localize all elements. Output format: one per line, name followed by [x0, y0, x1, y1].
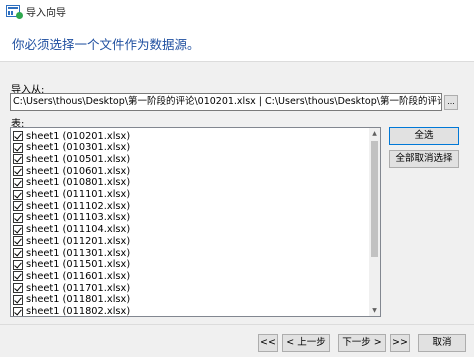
checkbox-checked-icon[interactable]: [13, 259, 23, 270]
table-list-scrollbar[interactable]: ▲ ▼: [369, 128, 380, 316]
table-item-label: sheet1 (010801.xlsx): [26, 177, 131, 189]
table-list-items: sheet1 (010201.xlsx) sheet1 (010301.xlsx)…: [11, 128, 369, 316]
table-list-item[interactable]: sheet1 (010301.xlsx): [13, 142, 130, 154]
table-list-item[interactable]: sheet1 (010501.xlsx): [13, 153, 130, 165]
table-item-label: sheet1 (011103.xlsx): [26, 212, 131, 224]
deselect-all-button[interactable]: 全部取消选择: [389, 150, 459, 168]
table-item-label: sheet1 (011802.xlsx): [26, 306, 131, 316]
table-list-item[interactable]: sheet1 (011501.xlsx): [13, 259, 130, 271]
checkbox-checked-icon[interactable]: [13, 177, 23, 188]
cancel-button[interactable]: 取消: [418, 334, 466, 352]
table-list-item[interactable]: sheet1 (011701.xlsx): [13, 282, 130, 294]
table-list[interactable]: sheet1 (010201.xlsx) sheet1 (010301.xlsx)…: [10, 127, 381, 317]
checkbox-checked-icon[interactable]: [13, 248, 23, 258]
table-item-label: sheet1 (011801.xlsx): [26, 294, 131, 306]
checkbox-checked-icon[interactable]: [13, 142, 23, 153]
table-list-item[interactable]: sheet1 (011102.xlsx): [13, 200, 130, 212]
last-page-button[interactable]: >>: [390, 334, 410, 352]
table-list-item[interactable]: sheet1 (010601.xlsx): [13, 165, 130, 177]
table-item-label: sheet1 (011501.xlsx): [26, 259, 131, 271]
table-item-label: sheet1 (010301.xlsx): [26, 142, 131, 154]
header-instruction: 你必须选择一个文件作为数据源。: [12, 37, 200, 52]
checkbox-checked-icon[interactable]: [13, 201, 23, 212]
table-list-item[interactable]: sheet1 (011104.xlsx): [13, 224, 130, 236]
table-list-item[interactable]: sheet1 (010801.xlsx): [13, 177, 130, 189]
checkbox-checked-icon[interactable]: [13, 166, 23, 177]
table-list-item[interactable]: sheet1 (011802.xlsx): [13, 306, 131, 316]
scroll-up-arrow-icon[interactable]: ▲: [369, 128, 380, 139]
window-title: 导入向导: [26, 7, 66, 19]
table-item-label: sheet1 (011201.xlsx): [26, 235, 131, 247]
checkbox-checked-icon[interactable]: [13, 236, 23, 247]
checkbox-checked-icon[interactable]: [13, 212, 23, 223]
table-item-label: sheet1 (011701.xlsx): [26, 282, 131, 294]
file-path-field[interactable]: C:\Users\thous\Desktop\第一阶段的评论\010201.xl…: [10, 93, 442, 111]
scroll-thumb[interactable]: [371, 141, 378, 257]
checkbox-checked-icon[interactable]: [13, 283, 23, 294]
table-list-item[interactable]: sheet1 (011601.xlsx): [13, 270, 130, 282]
import-wizard-icon: [6, 5, 23, 19]
checkbox-checked-icon[interactable]: [13, 189, 23, 200]
checkbox-checked-icon[interactable]: [13, 271, 23, 282]
footer-divider: [0, 324, 474, 325]
first-page-button[interactable]: <<: [258, 334, 278, 352]
checkbox-checked-icon[interactable]: [13, 294, 23, 305]
browse-button[interactable]: ...: [444, 95, 458, 110]
checkbox-checked-icon[interactable]: [13, 154, 23, 165]
checkbox-checked-icon[interactable]: [13, 306, 23, 316]
table-item-label: sheet1 (011301.xlsx): [26, 247, 131, 259]
title-bar: 导入向导: [0, 0, 474, 22]
table-item-label: sheet1 (010601.xlsx): [26, 165, 131, 177]
select-all-button[interactable]: 全选: [389, 127, 459, 145]
table-list-item[interactable]: sheet1 (011301.xlsx): [13, 247, 130, 259]
checkbox-checked-icon[interactable]: [13, 131, 23, 141]
table-item-label: sheet1 (011102.xlsx): [26, 200, 131, 212]
table-item-label: sheet1 (010501.xlsx): [26, 153, 131, 165]
table-list-item[interactable]: sheet1 (011201.xlsx): [13, 235, 130, 247]
back-button[interactable]: < 上一步: [282, 334, 330, 352]
table-item-label: sheet1 (011601.xlsx): [26, 270, 131, 282]
wizard-header: 你必须选择一个文件作为数据源。: [0, 22, 474, 62]
table-list-item[interactable]: sheet1 (011801.xlsx): [13, 294, 130, 306]
table-item-label: sheet1 (010201.xlsx): [26, 130, 131, 142]
table-list-item[interactable]: sheet1 (010201.xlsx): [13, 130, 130, 142]
table-list-item[interactable]: sheet1 (011103.xlsx): [13, 212, 130, 224]
checkbox-checked-icon[interactable]: [13, 224, 23, 235]
table-item-label: sheet1 (011104.xlsx): [26, 224, 131, 236]
table-list-item[interactable]: sheet1 (011101.xlsx): [13, 189, 130, 201]
table-item-label: sheet1 (011101.xlsx): [26, 189, 131, 200]
next-button[interactable]: 下一步 >: [338, 334, 386, 352]
scroll-down-arrow-icon[interactable]: ▼: [369, 305, 380, 316]
